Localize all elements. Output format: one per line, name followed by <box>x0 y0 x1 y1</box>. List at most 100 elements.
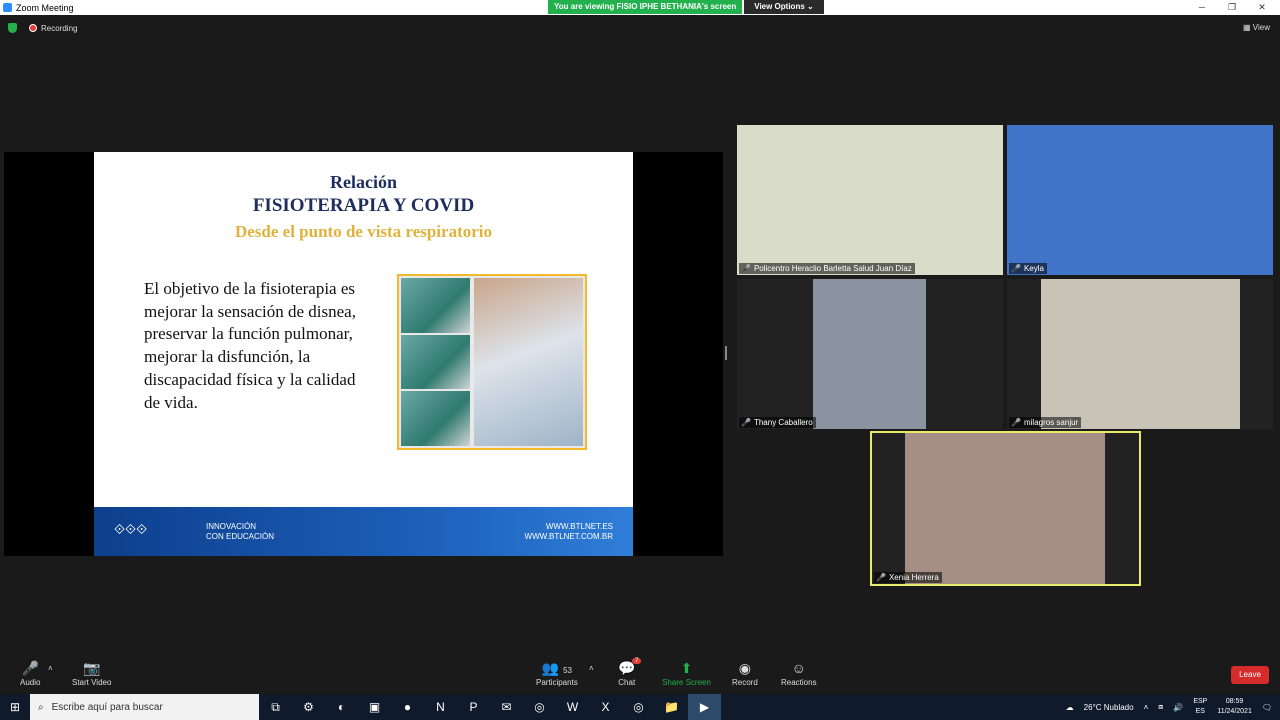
participants-icon: 👥 53 <box>541 660 573 676</box>
btl-logo-icon: ⟐⟐⟐ <box>114 521 148 537</box>
clock[interactable]: 08:59 11/24/2021 <box>1217 697 1252 717</box>
slide-photo-collage <box>397 274 587 450</box>
task-view-icon[interactable]: ⧉ <box>259 694 292 720</box>
audio-button[interactable]: 🎤 Audio <box>20 660 40 687</box>
system-tray: ☁ 26°C Nublado ˄ ⧈ 🔊 ESP ES 08:59 11/24/20… <box>1066 694 1280 720</box>
slide-title-2: FISIOTERAPIA Y COVID <box>252 195 475 216</box>
share-banner-message: You are viewing FISIO IPHE BETHANIA's sc… <box>548 0 743 14</box>
share-screen-icon: ⬆ <box>680 660 693 676</box>
participant-name: 🎤 Policentro Heraclio Barletta Salud Juan… <box>739 263 915 274</box>
view-button[interactable]: ▦ View <box>1243 23 1270 32</box>
slide-subtitle: Desde el punto de vista respiratorio <box>234 222 493 241</box>
participant-video <box>905 433 1105 584</box>
network-icon[interactable]: ⧈ <box>1158 702 1163 712</box>
mic-muted-icon: 🎤 <box>1011 264 1021 273</box>
participants-button[interactable]: 👥 53 Participants <box>536 660 578 687</box>
footer-slogan: INNOVACIÓN CON EDUCACIÓN <box>206 522 274 542</box>
reactions-label: Reactions <box>781 678 817 687</box>
chrome-profile-icon[interactable]: ◎ <box>622 694 655 720</box>
search-icon: ⌕ <box>38 701 44 713</box>
participants-options-caret[interactable]: ˄ <box>589 664 594 673</box>
footer-line-1: INNOVACIÓN <box>206 522 257 531</box>
participant-tile-active-speaker[interactable]: 🎤 Xenia Herrera <box>870 431 1141 586</box>
participants-count: 53 <box>563 666 573 675</box>
photo-physio-1 <box>401 278 470 333</box>
volume-icon[interactable]: 🔊 <box>1173 703 1183 712</box>
participant-name-text: Xenia Herrera <box>888 573 939 582</box>
excel-icon[interactable]: X <box>589 694 622 720</box>
audio-options-caret[interactable]: ˄ <box>48 664 53 673</box>
word-icon[interactable]: W <box>556 694 589 720</box>
start-video-button[interactable]: 📷 Start Video <box>72 660 111 687</box>
chat-icon: 💬 7 <box>618 658 642 678</box>
presentation-slide: Relación FISIOTERAPIA Y COVID Desde el p… <box>94 152 633 556</box>
reactions-button[interactable]: ☺ Reactions <box>781 660 817 687</box>
photo-icu-patient <box>474 278 583 446</box>
chat-button[interactable]: 💬 7 Chat <box>618 658 642 687</box>
notifications-icon[interactable]: 🗨 <box>1262 703 1272 712</box>
maximize-button[interactable]: ❐ <box>1217 0 1247 15</box>
participant-name: 🎤 Thany Caballero <box>739 417 816 428</box>
share-banner: You are viewing FISIO IPHE BETHANIA's sc… <box>548 0 824 14</box>
slide-footer: ⟐⟐⟐ INNOVACIÓN CON EDUCACIÓN WWW.BTLNET.E… <box>94 507 633 556</box>
clock-date: 11/24/2021 <box>1217 708 1252 715</box>
record-label: Record <box>732 678 758 687</box>
view-label: View <box>1252 23 1270 32</box>
language-indicator[interactable]: ESP ES <box>1193 697 1207 717</box>
file-explorer-icon[interactable]: 📁 <box>655 694 688 720</box>
footer-url-1: WWW.BTLNET.ES <box>545 522 613 531</box>
view-options-button[interactable]: View Options ⌄ <box>744 0 824 14</box>
zoom-taskbar-icon[interactable]: ▶ <box>688 694 721 720</box>
meeting-toolbar: 🎤 Audio ˄ 📷 Start Video 👥 53 Participants ˄… <box>0 656 1280 694</box>
participant-tile[interactable]: 🎤 milagros sanjur <box>1007 279 1273 429</box>
zoom-logo-icon <box>3 3 12 12</box>
participants-label: Participants <box>536 678 578 687</box>
record-button[interactable]: ◉ Record <box>732 660 758 687</box>
mic-muted-icon: 🎤 <box>741 418 751 427</box>
firefox-icon[interactable]: ● <box>391 694 424 720</box>
chrome-icon[interactable]: ◎ <box>523 694 556 720</box>
security-shield-icon[interactable] <box>8 23 17 33</box>
mail-icon[interactable]: ✉ <box>490 694 523 720</box>
participant-tile[interactable]: 🎤 Thany Caballero <box>737 279 1003 429</box>
video-off-icon: 📷 <box>83 660 101 676</box>
app-icon-1[interactable]: ⚙ <box>292 694 325 720</box>
participant-name-text: Thany Caballero <box>753 418 813 427</box>
share-screen-button[interactable]: ⬆ Share Screen <box>662 660 711 687</box>
participant-name: 🎤 milagros sanjur <box>1009 417 1082 428</box>
weather-text[interactable]: 26°C Nublado <box>1084 703 1134 712</box>
footer-urls: WWW.BTLNET.ES WWW.BTLNET.COM.BR <box>525 522 613 542</box>
minimize-button[interactable]: ─ <box>1187 0 1217 15</box>
close-button[interactable]: ✕ <box>1247 0 1277 15</box>
participant-tile[interactable]: 🎤 Policentro Heraclio Barletta Salud Juan… <box>737 125 1003 275</box>
language-code: ESP <box>1193 698 1208 705</box>
windows-start-icon[interactable]: ⊞ <box>0 700 30 714</box>
participant-video <box>813 279 926 429</box>
footer-line-2: CON EDUCACIÓN <box>206 532 275 541</box>
tray-expand-icon[interactable]: ˄ <box>1144 703 1149 712</box>
chat-label: Chat <box>618 678 636 687</box>
store-icon[interactable]: ▣ <box>358 694 391 720</box>
slide-title-1: Relación <box>330 172 397 192</box>
record-icon: ◉ <box>738 660 751 676</box>
microphone-icon: 🎤 <box>21 660 39 676</box>
edge-icon[interactable]: ◐ <box>325 694 358 720</box>
mic-muted-icon: 🎤 <box>876 573 886 582</box>
participant-tile[interactable]: 🎤 Keyla <box>1007 125 1273 275</box>
caret-up-icon: ˄ <box>48 664 53 673</box>
onenote-icon[interactable]: N <box>424 694 457 720</box>
window-title: Zoom Meeting <box>16 2 74 13</box>
start-video-label: Start Video <box>72 678 112 687</box>
split-view-handle[interactable] <box>725 346 727 360</box>
leave-button[interactable]: Leave <box>1231 666 1269 684</box>
shared-screen: Relación FISIOTERAPIA Y COVID Desde el p… <box>4 152 723 556</box>
slide-body-text: El objetivo de la fisioterapia es mejora… <box>144 279 356 412</box>
grid-icon: ▦ <box>1243 23 1253 32</box>
search-placeholder: Escribe aquí para buscar <box>51 701 163 713</box>
mic-muted-icon: 🎤 <box>741 264 751 273</box>
window-controls: ─ ❐ ✕ <box>1187 0 1277 15</box>
participant-video <box>737 125 1003 275</box>
chat-badge: 7 <box>632 658 642 664</box>
powerpoint-icon[interactable]: P <box>457 694 490 720</box>
taskbar-search[interactable]: ⌕ Escribe aquí para buscar <box>30 694 259 720</box>
